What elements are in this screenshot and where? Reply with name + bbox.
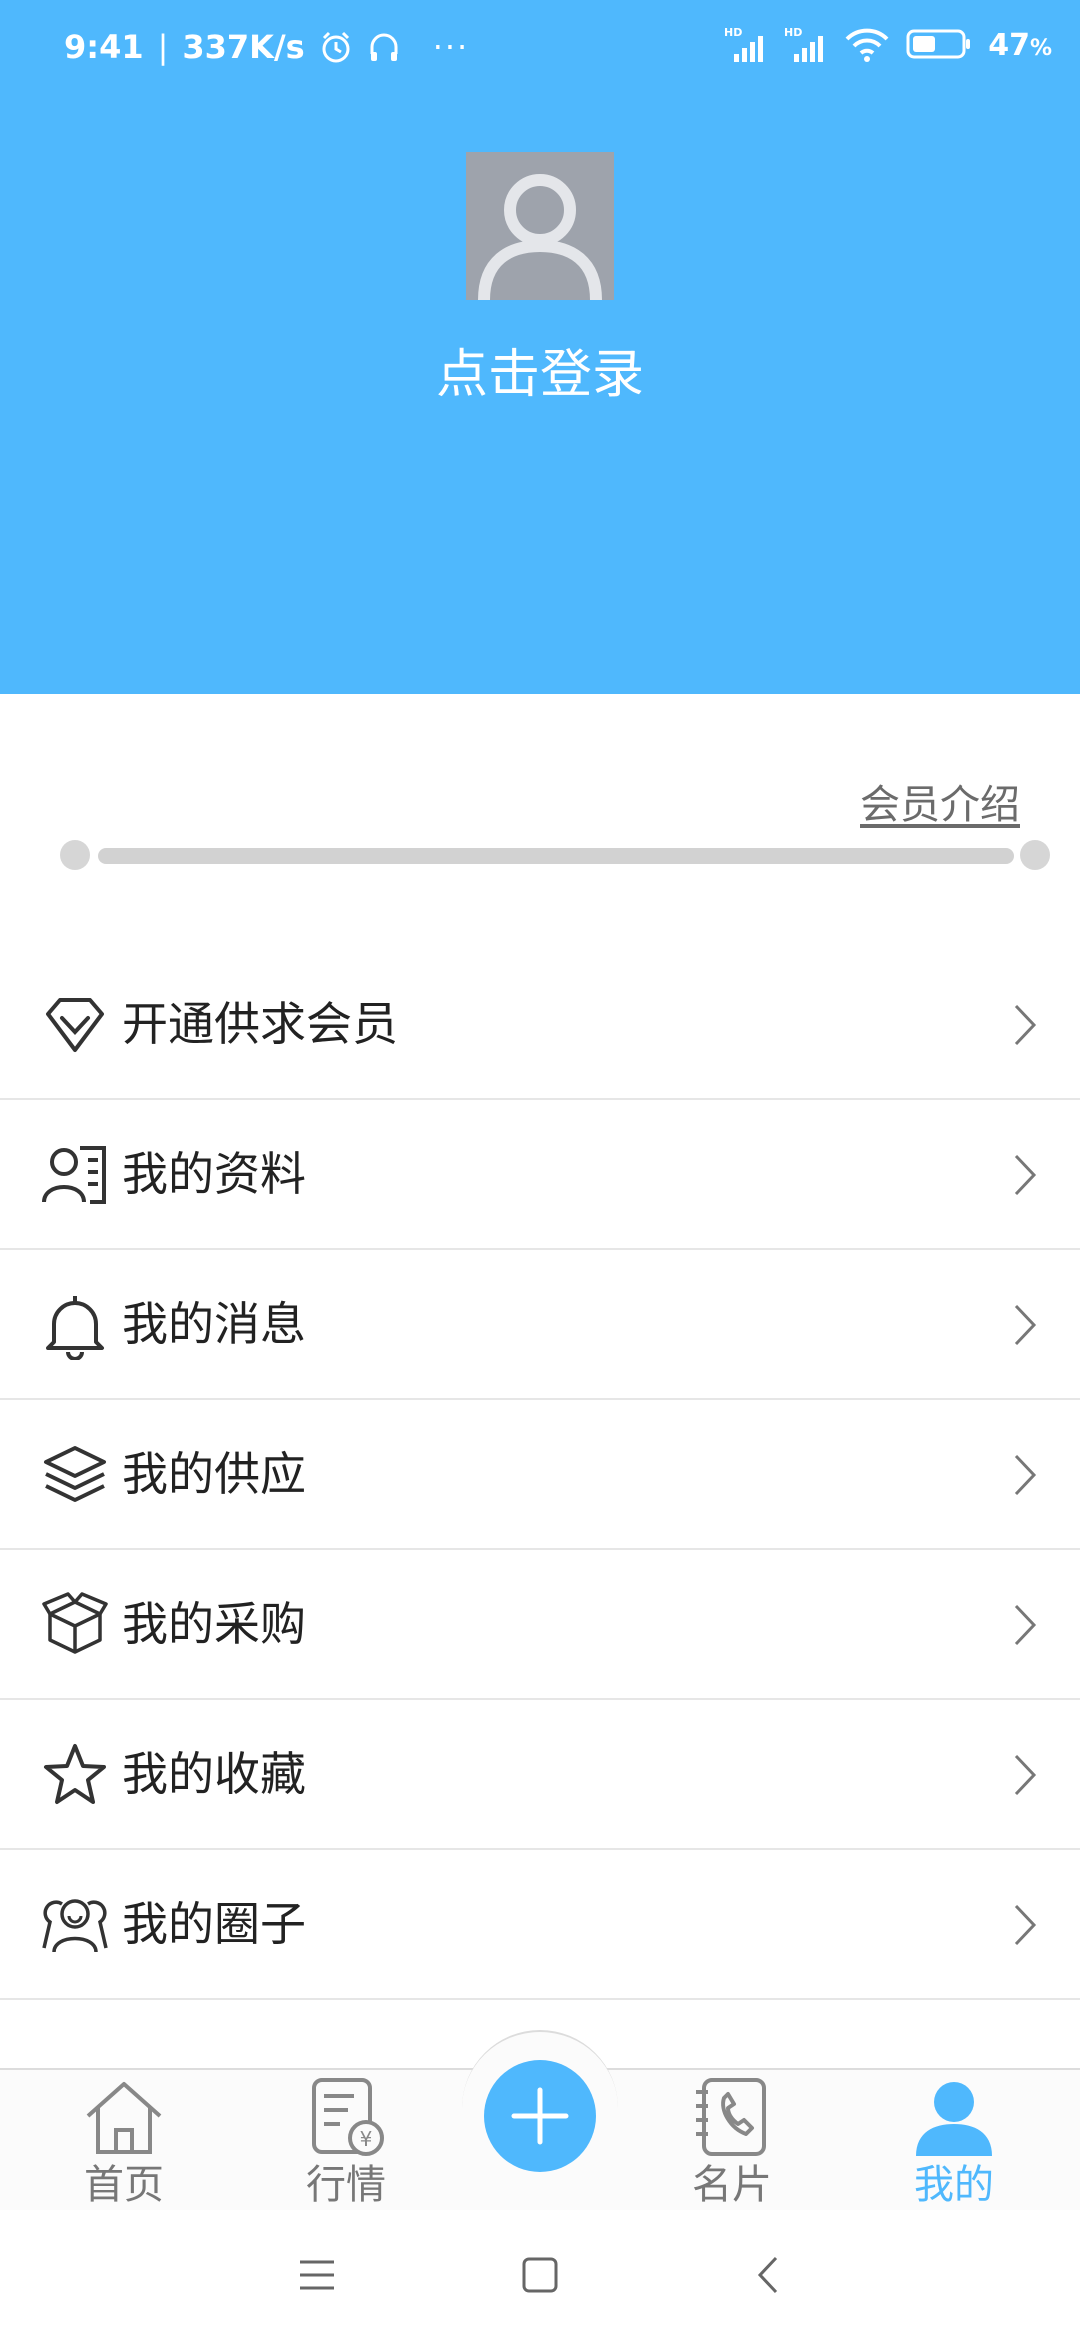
tab-home[interactable]: 首页 [44,2070,204,2210]
menu-item-label: 开通供求会员 [122,997,398,1051]
signal-hd-icon-2: HD [784,26,824,62]
member-progress-bar [60,840,1050,870]
chevron-right-icon [1014,1154,1037,1196]
tab-label: 名片 [692,2162,772,2208]
progress-track [98,848,1014,864]
home-square-icon[interactable] [515,2250,565,2300]
menu-list: 开通供求会员 我的资料 我的消息 我的供应 我的采购 我的收藏 我的圈子 [0,950,1080,2000]
headphones-icon [370,33,398,61]
menu-item-label: 我的圈子 [122,1897,306,1951]
business-card-icon [696,2078,766,2156]
star-icon [44,1744,106,1804]
status-bar: 9:41 | 337K/s ··· HD HD 47% [0,0,1080,96]
menu-item-supply[interactable]: 我的供应 [0,1400,1080,1550]
menu-item-circle[interactable]: 我的圈子 [0,1850,1080,2000]
publish-fab-button[interactable] [484,2060,596,2172]
signal-hd-icon: HD [724,26,764,62]
svg-text:¥: ¥ [360,2127,373,2151]
back-icon[interactable] [744,2250,794,2300]
alarm-icon [322,31,350,63]
menu-item-label: 我的采购 [122,1597,306,1651]
chevron-right-icon [1014,1754,1037,1796]
chevron-right-icon [1014,1904,1037,1946]
status-right: HD HD 47% [724,24,1052,64]
menu-item-vip[interactable]: 开通供求会员 [0,950,1080,1100]
status-left: 9:41 | 337K/s ··· [64,28,469,66]
menu-item-purchase[interactable]: 我的采购 [0,1550,1080,1700]
svg-text:HD: HD [724,26,742,39]
battery-percent: 47% [988,25,1052,63]
avatar[interactable] [466,152,614,300]
status-network-speed: 337K/s [182,28,305,66]
group-icon [42,1899,108,1953]
menu-item-label: 我的资料 [122,1147,306,1201]
member-intro-link[interactable]: 会员介绍 [860,772,1020,830]
status-more-icon: ··· [432,28,470,66]
default-avatar-icon [478,174,602,300]
layers-icon [44,1446,106,1502]
tab-market[interactable]: ¥ 行情 [266,2070,426,2210]
box-icon [42,1592,108,1654]
user-icon [916,2082,992,2156]
tab-label: 行情 [306,2162,386,2208]
menu-item-label: 我的收藏 [122,1747,306,1801]
progress-end-dot [1020,840,1050,870]
menu-icon[interactable] [292,2250,342,2300]
chevron-right-icon [1014,1454,1037,1496]
tab-label: 我的 [914,2162,994,2208]
status-separator: | [157,28,169,66]
menu-item-profile[interactable]: 我的资料 [0,1100,1080,1250]
tab-business-card[interactable]: 名片 [652,2070,812,2210]
menu-item-favorites[interactable]: 我的收藏 [0,1700,1080,1850]
plus-icon [511,2087,569,2145]
profile-card-icon [42,1146,106,1204]
bell-icon [46,1296,104,1360]
system-nav-bar [0,2210,1080,2340]
menu-item-messages[interactable]: 我的消息 [0,1250,1080,1400]
status-time: 9:41 [64,28,144,66]
wifi-icon [845,28,889,62]
home-icon [86,2082,162,2154]
diamond-icon [46,998,104,1052]
chevron-right-icon [1014,1304,1037,1346]
battery-icon [906,29,971,59]
chevron-right-icon [1014,1604,1037,1646]
tab-label: 首页 [84,2162,164,2208]
battery-percent-value: 47 [988,28,1030,63]
progress-start-dot [60,840,90,870]
svg-text:HD: HD [784,26,802,39]
chevron-right-icon [1014,1004,1037,1046]
profile-header: 9:41 | 337K/s ··· HD HD 47% 点击登录 [0,0,1080,694]
login-button[interactable]: 点击登录 [0,332,1080,407]
menu-item-label: 我的供应 [122,1447,306,1501]
market-icon: ¥ [312,2078,384,2156]
battery-percent-unit: % [1029,36,1052,61]
menu-item-label: 我的消息 [122,1297,306,1351]
tab-mine[interactable]: 我的 [874,2070,1034,2210]
